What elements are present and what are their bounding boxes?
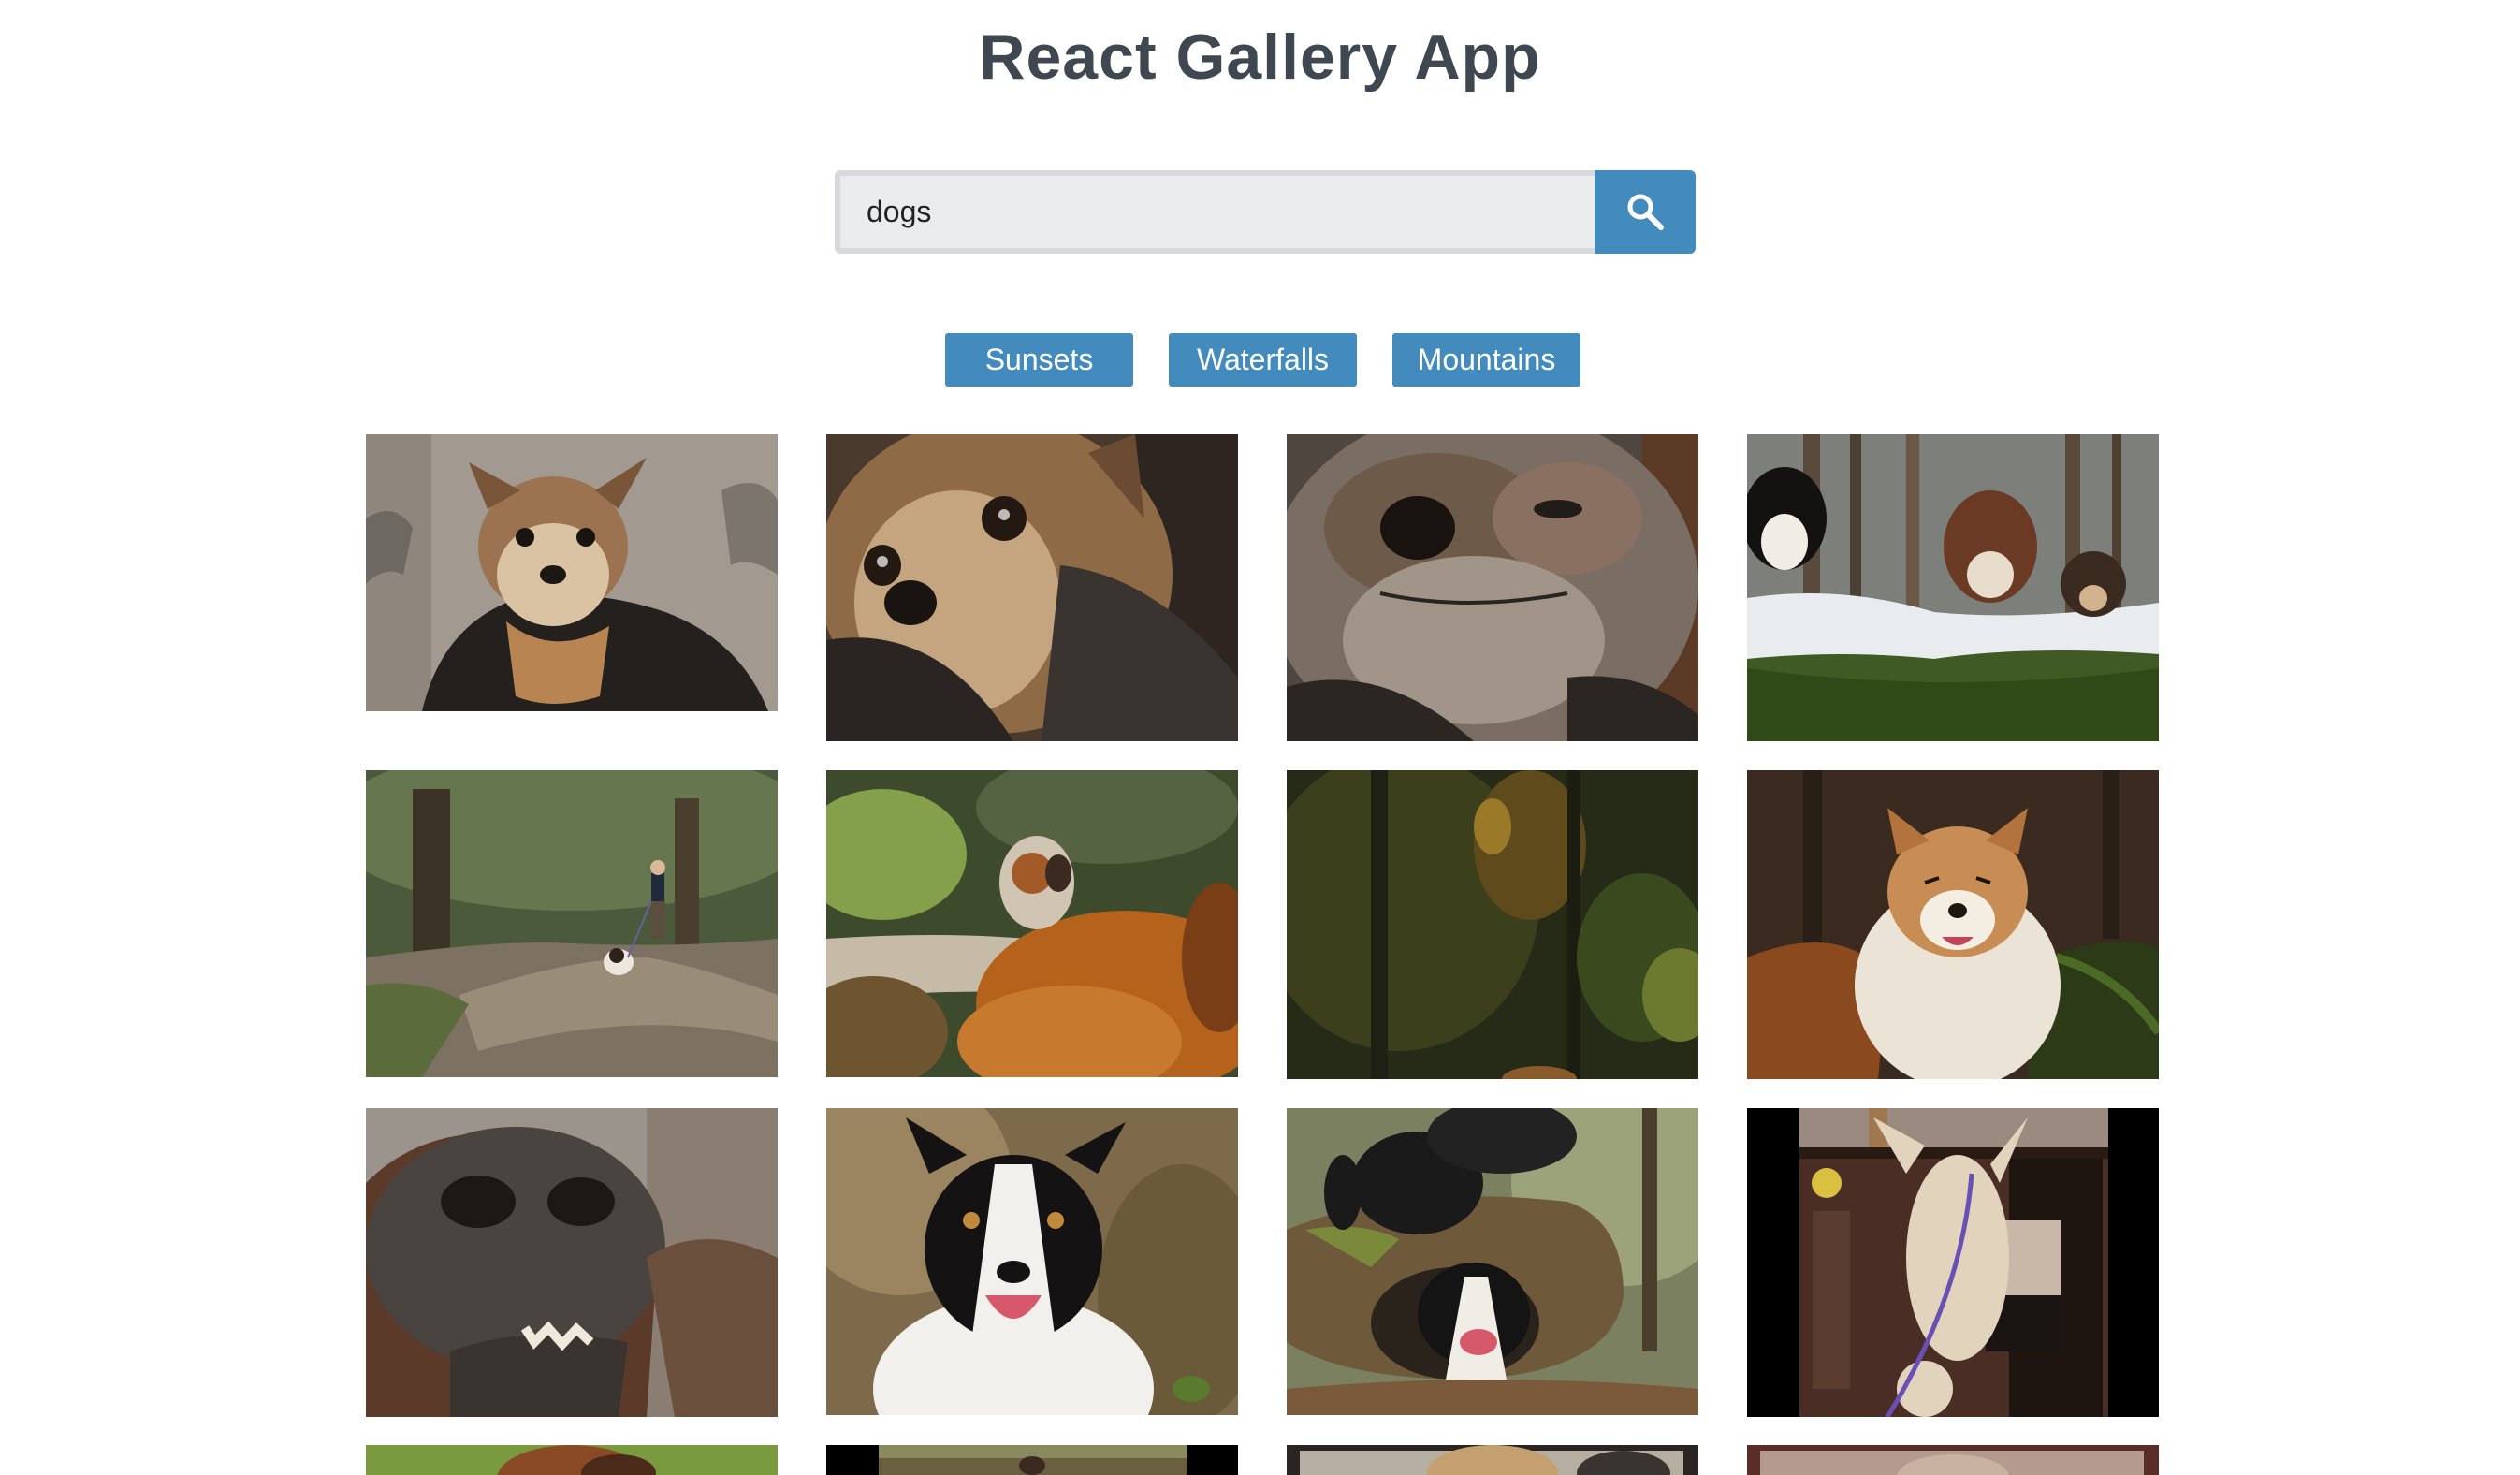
nav-link-sunsets[interactable]: Sunsets <box>945 333 1133 387</box>
dog-photo <box>1747 1445 2159 1475</box>
dog-photo <box>366 434 778 711</box>
dog-photo <box>1287 1108 1698 1415</box>
gallery-photo[interactable] <box>1287 1445 1698 1475</box>
search-icon <box>1627 194 1664 230</box>
dog-photo <box>1287 770 1698 1079</box>
gallery-photo[interactable] <box>366 770 778 1077</box>
dog-photo <box>1747 770 2159 1079</box>
gallery-photo[interactable] <box>1287 1108 1698 1415</box>
search-button[interactable] <box>1595 170 1696 254</box>
dog-photo <box>826 1445 1238 1475</box>
nav-link-mountains[interactable]: Mountains <box>1392 333 1580 387</box>
gallery-photo[interactable] <box>826 1108 1238 1415</box>
dog-photo <box>826 1108 1238 1415</box>
dog-photo <box>366 770 778 1077</box>
gallery-photo[interactable] <box>366 1108 778 1417</box>
gallery-photo[interactable] <box>1747 1445 2159 1475</box>
dog-photo <box>1747 434 2159 741</box>
dog-photo <box>366 1108 778 1417</box>
gallery-photo[interactable] <box>826 434 1238 741</box>
dog-photo <box>826 434 1238 741</box>
gallery-photo[interactable] <box>1747 434 2159 741</box>
page-title: React Gallery App <box>979 22 1541 93</box>
dog-photo <box>1747 1108 2159 1417</box>
dog-photo <box>1287 1445 1698 1475</box>
gallery-photo[interactable] <box>1747 770 2159 1079</box>
gallery-photo[interactable] <box>366 434 778 711</box>
search-input[interactable] <box>835 170 1595 254</box>
gallery-photo[interactable] <box>1287 434 1698 741</box>
dog-photo <box>826 770 1238 1077</box>
gallery-photo[interactable] <box>826 770 1238 1077</box>
gallery-photo[interactable] <box>366 1445 778 1475</box>
search-form <box>835 170 1696 254</box>
dog-photo <box>366 1445 778 1475</box>
dog-photo <box>1287 434 1698 741</box>
gallery-photo[interactable] <box>826 1445 1238 1475</box>
gallery-photo[interactable] <box>1287 770 1698 1079</box>
gallery-photo[interactable] <box>1747 1108 2159 1417</box>
nav-link-waterfalls[interactable]: Waterfalls <box>1169 333 1357 387</box>
